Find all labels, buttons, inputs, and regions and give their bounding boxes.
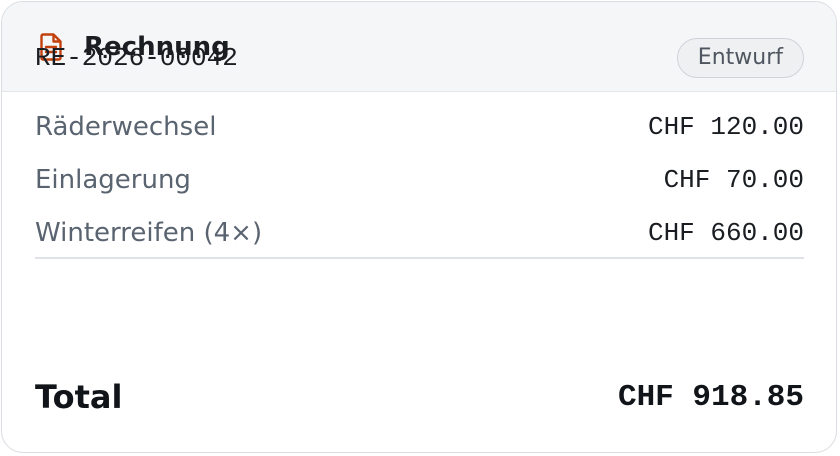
total-divider (35, 257, 804, 259)
line-item-description: Räderwechsel (35, 111, 217, 142)
line-item-amount: CHF 70.00 (663, 164, 804, 195)
line-item: Einlagerung CHF 70.00 (35, 153, 804, 206)
total-amount: CHF 918.85 (617, 379, 804, 415)
line-item-amount: CHF 120.00 (647, 111, 804, 142)
invoice-meta-row: RE-2026-00042 Entwurf (35, 36, 804, 80)
total-label: Total (35, 378, 123, 416)
invoice-card: Rechnung RE-2026-00042 Entwurf Räderwech… (1, 1, 837, 453)
invoice-number: RE-2026-00042 (35, 43, 238, 73)
line-item-description: Winterreifen (4×) (35, 217, 263, 248)
line-items: Räderwechsel CHF 120.00 Einlagerung CHF … (35, 100, 804, 259)
total-row: Total CHF 918.85 (35, 374, 804, 420)
line-item: Räderwechsel CHF 120.00 (35, 100, 804, 153)
line-item: Winterreifen (4×) CHF 660.00 (35, 206, 804, 259)
line-item-amount: CHF 660.00 (647, 217, 804, 248)
line-item-description: Einlagerung (35, 164, 191, 195)
status-badge: Entwurf (676, 38, 804, 78)
